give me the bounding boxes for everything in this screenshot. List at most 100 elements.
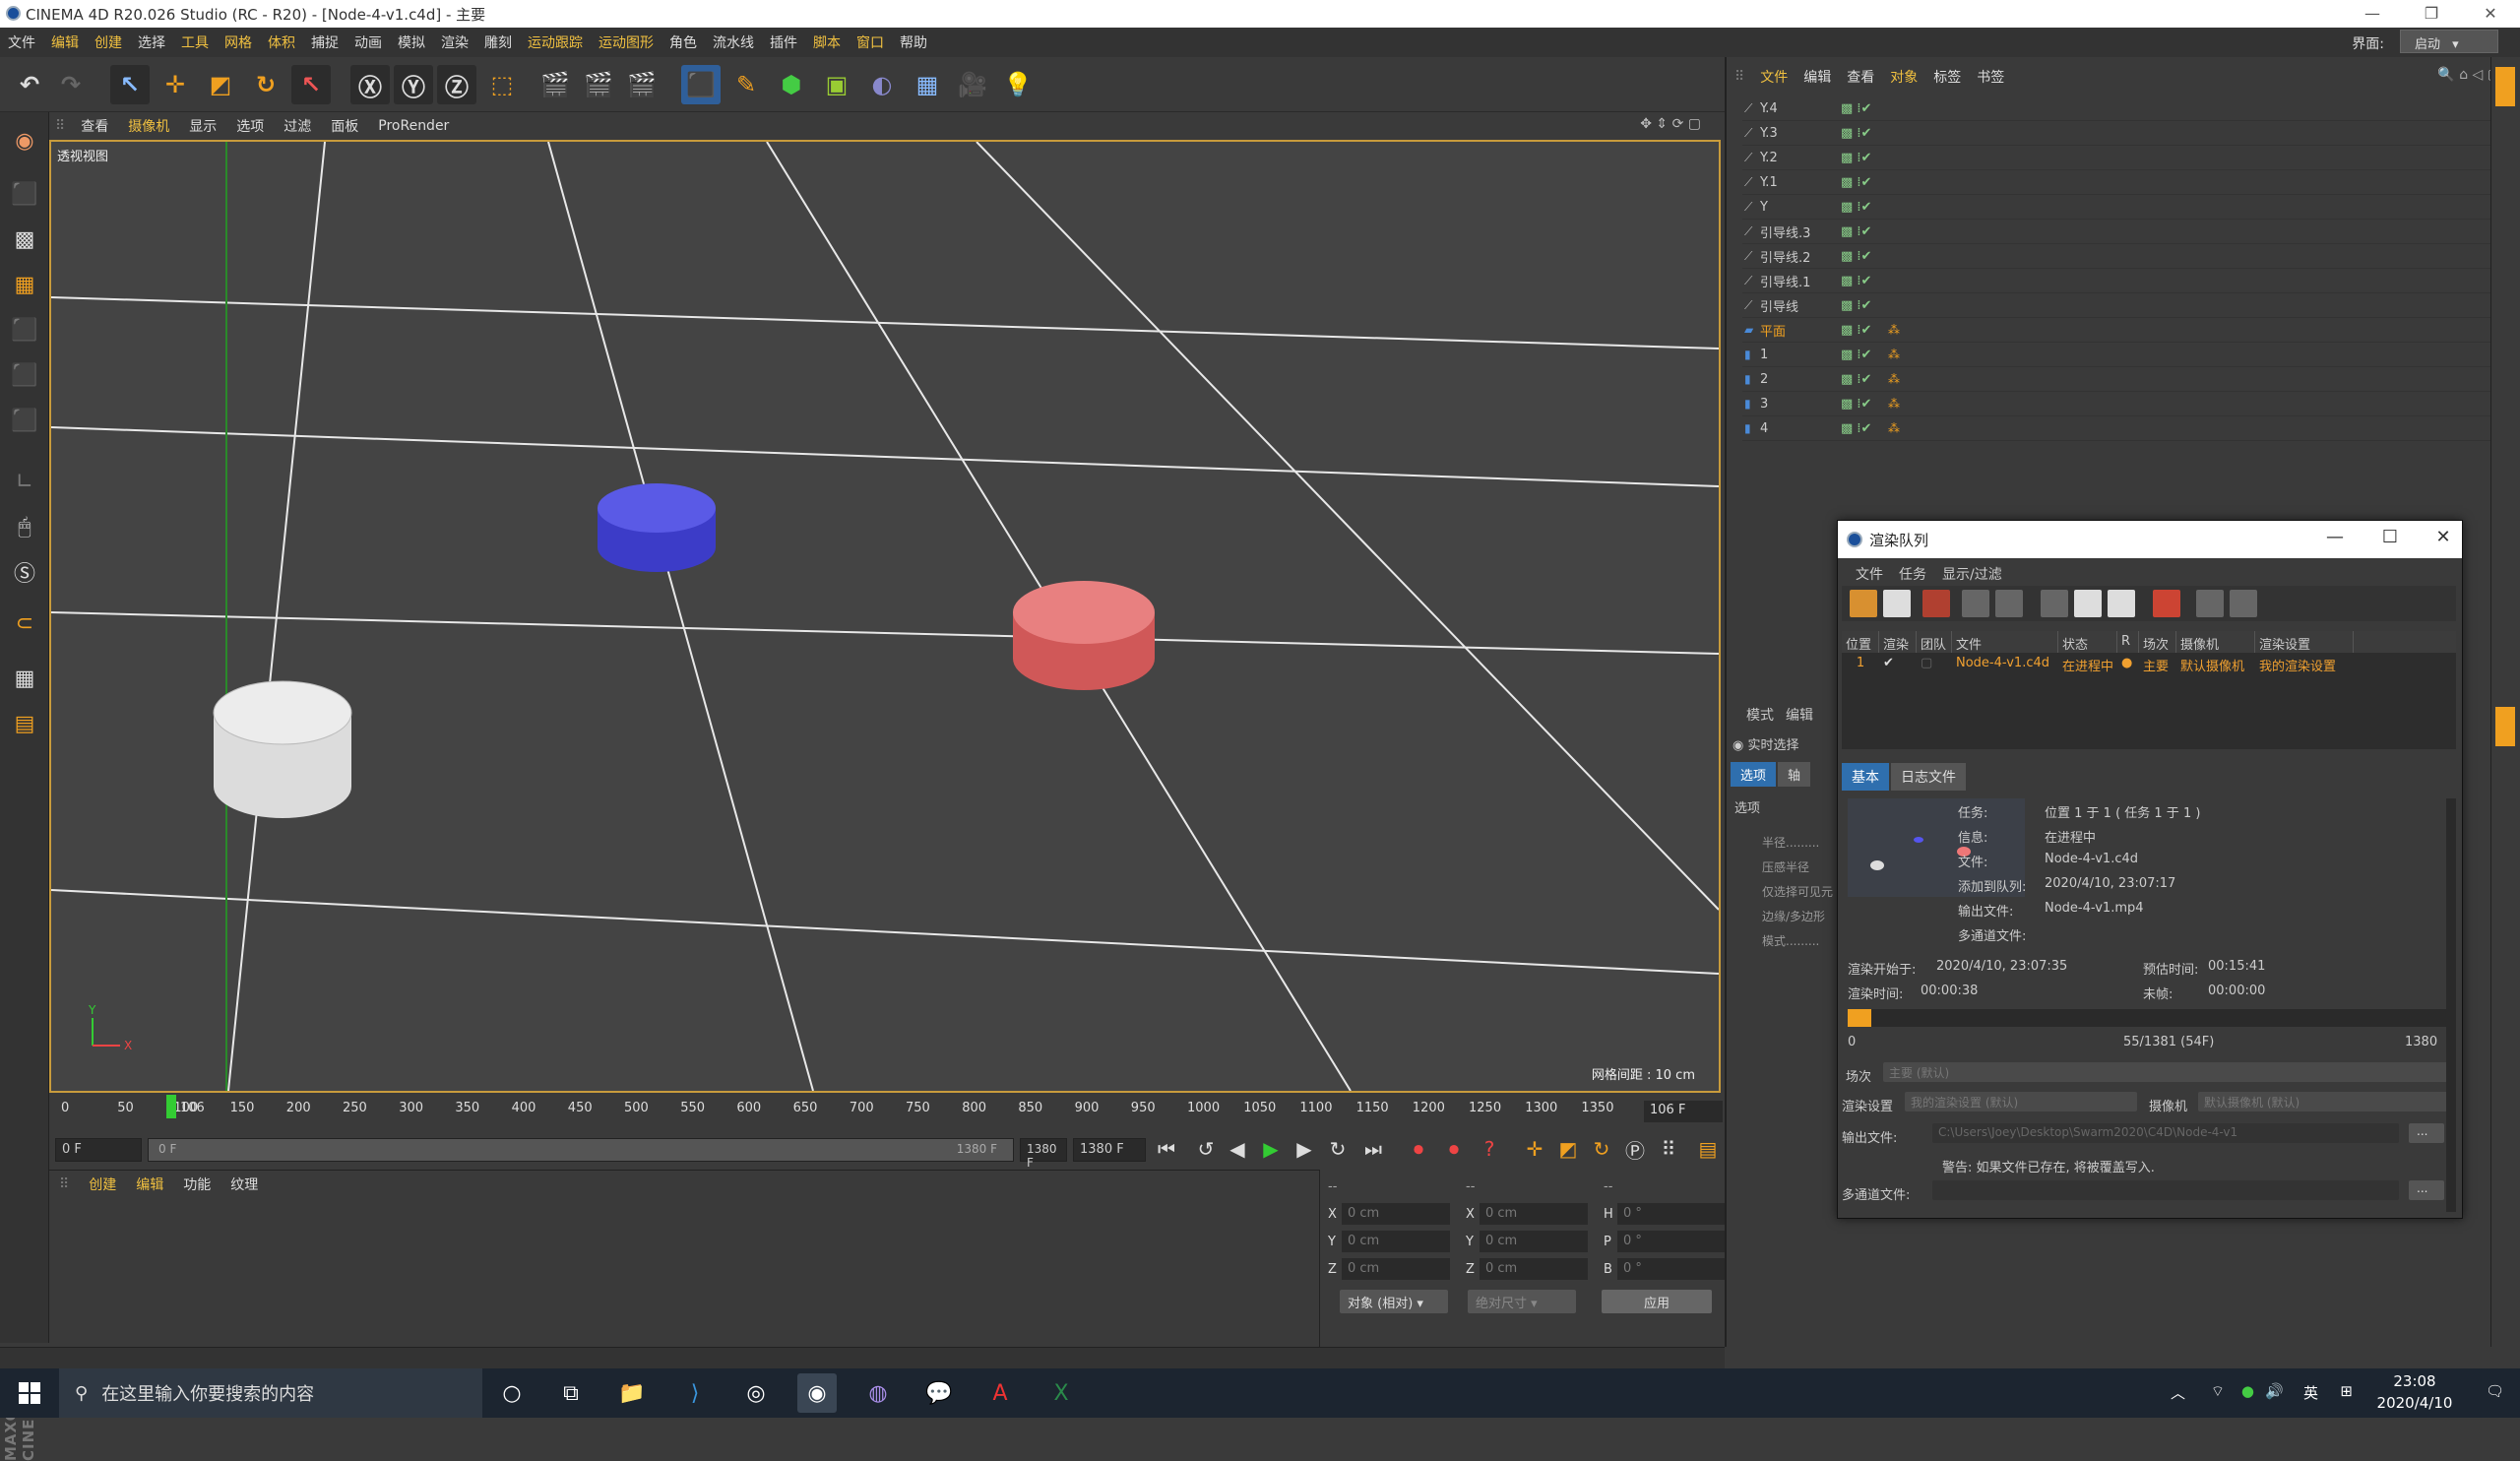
take-select[interactable]: 主要 (默认) (1883, 1062, 2448, 1082)
attr-tab-options[interactable]: 选项 (1731, 762, 1777, 787)
render-settings-icon[interactable] (2196, 590, 2224, 617)
rotation-h-field[interactable]: 0 ° (1617, 1203, 1726, 1225)
om-menu-tags[interactable]: 标签 (1925, 67, 1969, 87)
notification-icon[interactable]: 🗨 (2486, 1382, 2504, 1400)
z-axis-lock-icon[interactable]: Ⓩ (437, 65, 476, 104)
keyframe-selection-icon[interactable]: ? (1475, 1134, 1504, 1164)
select-live-icon[interactable]: ↖ (110, 65, 150, 104)
open-folder-icon[interactable] (1850, 590, 1877, 617)
start-button[interactable] (0, 1368, 59, 1418)
visibility-flags-icon[interactable]: ▩ ⁞✔ (1841, 298, 1880, 313)
viewport-menu-filter[interactable]: 过滤 (274, 116, 321, 136)
next-key-icon[interactable]: ↻ (1323, 1134, 1353, 1164)
coordinate-mode-select[interactable]: 对象 (相对) ▾ (1340, 1290, 1448, 1313)
om-menu-view[interactable]: 查看 (1839, 67, 1882, 87)
render-settings-select[interactable]: 我的渲染设置 (默认) (1905, 1092, 2137, 1112)
rq-menu-filter[interactable]: 显示/过滤 (1942, 564, 2002, 584)
autokey-icon[interactable]: ⏺ (1439, 1134, 1469, 1164)
team-render-icon[interactable] (2230, 590, 2257, 617)
menu-mograph[interactable]: 运动图形 (591, 32, 662, 52)
attr-tab-axis[interactable]: 轴 (1778, 762, 1811, 787)
scale-icon[interactable]: ◩ (201, 65, 240, 104)
timeline-ruler[interactable]: 0 50 100 150 200 250 300 350 400 450 500 550 600 650 7… (49, 1095, 1723, 1130)
previous-frame-icon[interactable]: ◀ (1223, 1134, 1252, 1164)
tag-icon[interactable]: ⁂ (1888, 348, 1902, 361)
document-icon[interactable] (2108, 590, 2135, 617)
play-icon[interactable]: ▶ (1256, 1134, 1286, 1164)
visibility-flags-icon[interactable]: ▩ ⁞✔ (1841, 397, 1880, 412)
om-menu-bookmarks[interactable]: 书签 (1969, 67, 2012, 87)
polygons-mode-icon[interactable]: ⬛ (6, 402, 43, 439)
current-frame-field[interactable]: 106 F (1644, 1101, 1723, 1122)
menu-render[interactable]: 渲染 (433, 32, 476, 52)
object-row[interactable]: ⟋ Y ▩ ⁞✔ (1742, 195, 2490, 220)
perspective-viewport[interactable]: Y X 透视视图 网格间距 : 10 cm (49, 140, 1721, 1093)
cortana-icon[interactable]: ○ (492, 1373, 532, 1413)
log-icon[interactable] (2074, 590, 2102, 617)
volume-icon[interactable]: 🔊 (2265, 1382, 2284, 1400)
task-view-icon[interactable]: ⧉ (551, 1373, 591, 1413)
subdivision-icon[interactable]: ⬢ (772, 65, 811, 104)
object-row[interactable]: ⟋ Y.2 ▩ ⁞✔ (1742, 146, 2490, 170)
rq-close-button[interactable]: ✕ (2428, 527, 2458, 552)
size-z-field[interactable]: 0 cm (1480, 1258, 1588, 1280)
network-icon[interactable]: ⌔ (2211, 1382, 2225, 1401)
attr-menu-edit[interactable]: 编辑 (1786, 705, 1825, 725)
pen-icon[interactable]: ✎ (726, 65, 766, 104)
size-y-field[interactable]: 0 cm (1480, 1231, 1588, 1252)
range-end-field[interactable]: 1380 F (1020, 1138, 1067, 1170)
position-y-field[interactable]: 0 cm (1342, 1231, 1450, 1252)
texture-mode-icon[interactable]: ▩ (6, 221, 43, 258)
next-frame-icon[interactable]: ▶ (1290, 1134, 1319, 1164)
render-icon[interactable] (1922, 590, 1950, 617)
snap-icon[interactable]: Ⓢ (6, 553, 43, 591)
edit-icon[interactable] (1962, 590, 1989, 617)
record-active-icon[interactable]: ⏺ (1404, 1134, 1433, 1164)
axis-mode-icon[interactable]: ∟ (6, 463, 43, 500)
menu-sculpt[interactable]: 雕刻 (476, 32, 520, 52)
white-cylinder[interactable] (213, 680, 352, 818)
om-menu-file[interactable]: 文件 (1752, 67, 1796, 87)
render-view-icon[interactable]: 🎬 (536, 65, 575, 104)
undo-icon[interactable]: ↶ (10, 65, 49, 104)
output-browse-button[interactable]: ... (2409, 1123, 2444, 1143)
key-rotation-icon[interactable]: ↻ (1587, 1134, 1616, 1164)
visibility-flags-icon[interactable]: ▩ ⁞✔ (1841, 151, 1880, 165)
size-x-field[interactable]: 0 cm (1480, 1203, 1588, 1225)
rotate-icon[interactable]: ↻ (246, 65, 285, 104)
dialog-scrollbar[interactable] (2446, 798, 2456, 1212)
visibility-flags-icon[interactable]: ▩ ⁞✔ (1841, 372, 1880, 387)
vscode-icon[interactable]: ⟩ (675, 1373, 715, 1413)
locked-workplane-icon[interactable]: ▦ (6, 660, 43, 697)
key-parameter-icon[interactable]: Ⓟ (1620, 1134, 1650, 1164)
menu-create[interactable]: 创建 (87, 32, 130, 52)
object-row[interactable]: ⟋ 引导线 ▩ ⁞✔ (1742, 293, 2490, 318)
wechat-icon[interactable]: 💬 (919, 1373, 959, 1413)
key-pla-icon[interactable]: ⠿ (1654, 1134, 1683, 1164)
tag-icon[interactable]: ⁂ (1888, 323, 1902, 337)
start-frame-field[interactable]: 0 F (55, 1138, 142, 1162)
viewport-menu-prorender[interactable]: ProRender (368, 118, 459, 134)
minimize-button[interactable]: — (2343, 0, 2402, 28)
om-menu-objects[interactable]: 对象 (1882, 67, 1925, 87)
object-row[interactable]: ⟋ 引导线.2 ▩ ⁞✔ (1742, 244, 2490, 269)
render-enabled-checkbox[interactable]: ✔ (1879, 653, 1917, 674)
red-cylinder[interactable] (1013, 581, 1155, 690)
objects-tab[interactable] (2495, 67, 2515, 106)
make-editable-icon[interactable]: ◉ (6, 122, 43, 159)
visibility-flags-icon[interactable]: ▩ ⁞✔ (1841, 200, 1880, 215)
camera-select[interactable]: 默认摄像机 (默认) (2198, 1092, 2448, 1112)
visibility-flags-icon[interactable]: ▩ ⁞✔ (1841, 175, 1880, 190)
object-row[interactable]: ▮ 3 ▩ ⁞✔ ⁂ (1742, 392, 2490, 416)
key-scale-icon[interactable]: ◩ (1553, 1134, 1583, 1164)
ime-language[interactable]: 英 (2303, 1382, 2318, 1403)
previous-key-icon[interactable]: ↺ (1191, 1134, 1221, 1164)
restore-button[interactable]: ❐ (2402, 0, 2461, 28)
taskbar-search-box[interactable]: ⚲ 在这里输入你要搜索的内容 (59, 1368, 482, 1418)
viewport-menu-options[interactable]: 选项 (226, 116, 274, 136)
go-to-start-icon[interactable]: ⏮ (1152, 1134, 1181, 1164)
light-icon[interactable]: 💡 (998, 65, 1038, 104)
preview-range-slider[interactable]: 0 F 1380 F (148, 1138, 1014, 1162)
viewport-menu-view[interactable]: 查看 (71, 116, 118, 136)
move-icon[interactable]: ✛ (156, 65, 195, 104)
